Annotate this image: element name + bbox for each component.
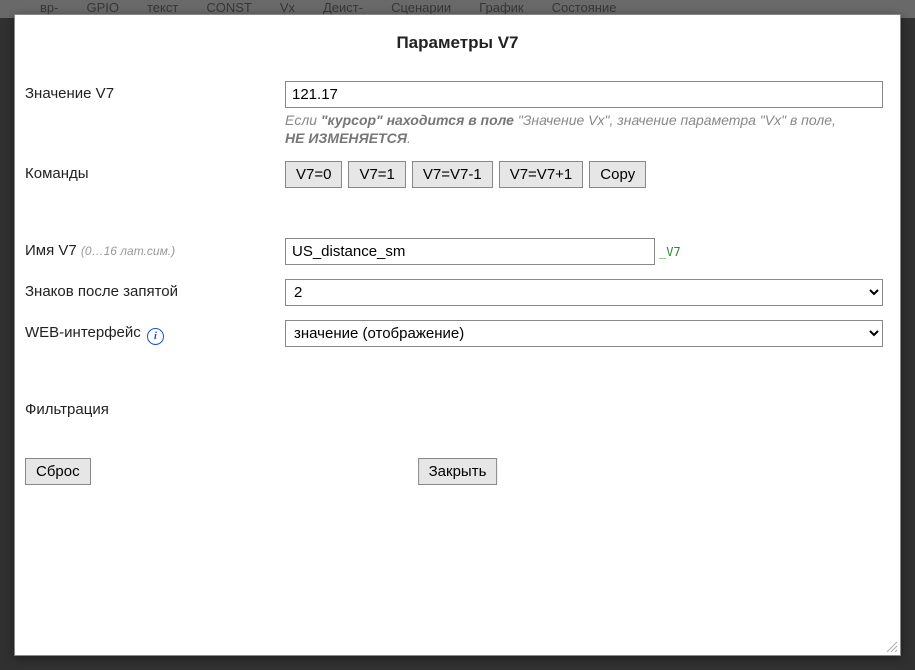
cmd-dec-button[interactable]: V7=V7-1 [412, 161, 493, 188]
decimals-label: Знаков после запятой [25, 279, 285, 300]
decimals-select[interactable]: 2 [285, 279, 883, 306]
value-label: Значение V7 [25, 81, 285, 102]
commands-label: Команды [25, 161, 285, 182]
cmd-inc-button[interactable]: V7=V7+1 [499, 161, 584, 188]
web-select[interactable]: значение (отображение) [285, 320, 883, 347]
name-suffix: _V7 [659, 245, 681, 259]
filter-label: Фильтрация [25, 397, 285, 418]
value-input[interactable] [285, 81, 883, 108]
cmd-one-button[interactable]: V7=1 [348, 161, 405, 188]
cmd-copy-button[interactable]: Copy [589, 161, 646, 188]
web-label: WEB-интерфейс i [25, 320, 285, 345]
resize-handle-icon[interactable] [884, 639, 898, 653]
info-icon[interactable]: i [147, 328, 164, 345]
value-hint: Если "курсор" находится в поле "Значение… [285, 112, 890, 147]
cmd-zero-button[interactable]: V7=0 [285, 161, 342, 188]
parameters-dialog: Параметры V7 Значение V7 Если "курсор" н… [14, 14, 901, 656]
reset-button[interactable]: Сброс [25, 458, 91, 485]
close-button[interactable]: Закрыть [418, 458, 498, 485]
commands-row: V7=0 V7=1 V7=V7-1 V7=V7+1 Copy [285, 161, 890, 188]
name-input[interactable] [285, 238, 655, 265]
dialog-title: Параметры V7 [25, 33, 890, 53]
name-label: Имя V7 (0…16 лат.сим.) [25, 238, 285, 259]
